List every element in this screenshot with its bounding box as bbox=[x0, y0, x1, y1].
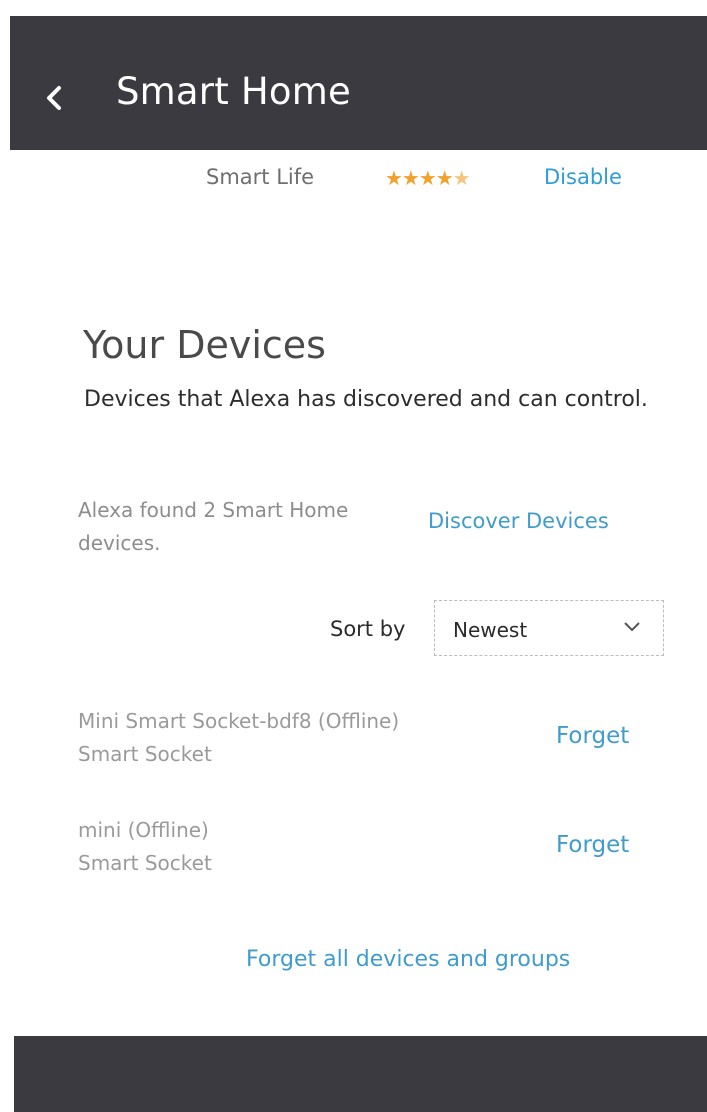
bottom-bar bbox=[14, 1036, 707, 1112]
header-bar bbox=[10, 16, 707, 150]
chevron-down-icon bbox=[624, 622, 640, 632]
section-description: Devices that Alexa has discovered and ca… bbox=[84, 387, 648, 412]
section-title: Your Devices bbox=[83, 323, 326, 367]
forget-device-link[interactable]: Forget bbox=[556, 832, 629, 858]
skill-row: Smart Life ★★★★★ Disable bbox=[0, 163, 707, 199]
back-button[interactable] bbox=[36, 78, 72, 118]
discover-devices-link[interactable]: Discover Devices bbox=[428, 509, 609, 533]
device-row: Mini Smart Socket-bdf8 (Offline) Smart S… bbox=[0, 709, 707, 789]
sort-label: Sort by bbox=[330, 617, 406, 641]
sort-selected-value: Newest bbox=[453, 618, 528, 642]
rating-half-star: ★ bbox=[452, 166, 471, 190]
device-type: Smart Socket bbox=[78, 851, 212, 875]
disable-link[interactable]: Disable bbox=[544, 165, 622, 189]
device-name: Mini Smart Socket-bdf8 (Offline) bbox=[78, 709, 400, 733]
device-name: mini (Offline) bbox=[78, 818, 209, 842]
sort-dropdown[interactable]: Newest bbox=[434, 600, 664, 656]
rating-stars: ★★★★★ bbox=[385, 166, 471, 190]
skill-name: Smart Life bbox=[206, 165, 315, 189]
chevron-left-icon bbox=[47, 86, 61, 110]
device-row: mini (Offline) Smart Socket Forget bbox=[0, 818, 707, 898]
found-devices-text: Alexa found 2 Smart Home devices. bbox=[78, 498, 349, 555]
rating-full-stars: ★★★★ bbox=[385, 166, 454, 190]
page-title: Smart Home bbox=[116, 70, 351, 113]
forget-all-link[interactable]: Forget all devices and groups bbox=[246, 947, 570, 972]
device-type: Smart Socket bbox=[78, 742, 212, 766]
forget-device-link[interactable]: Forget bbox=[556, 723, 629, 749]
